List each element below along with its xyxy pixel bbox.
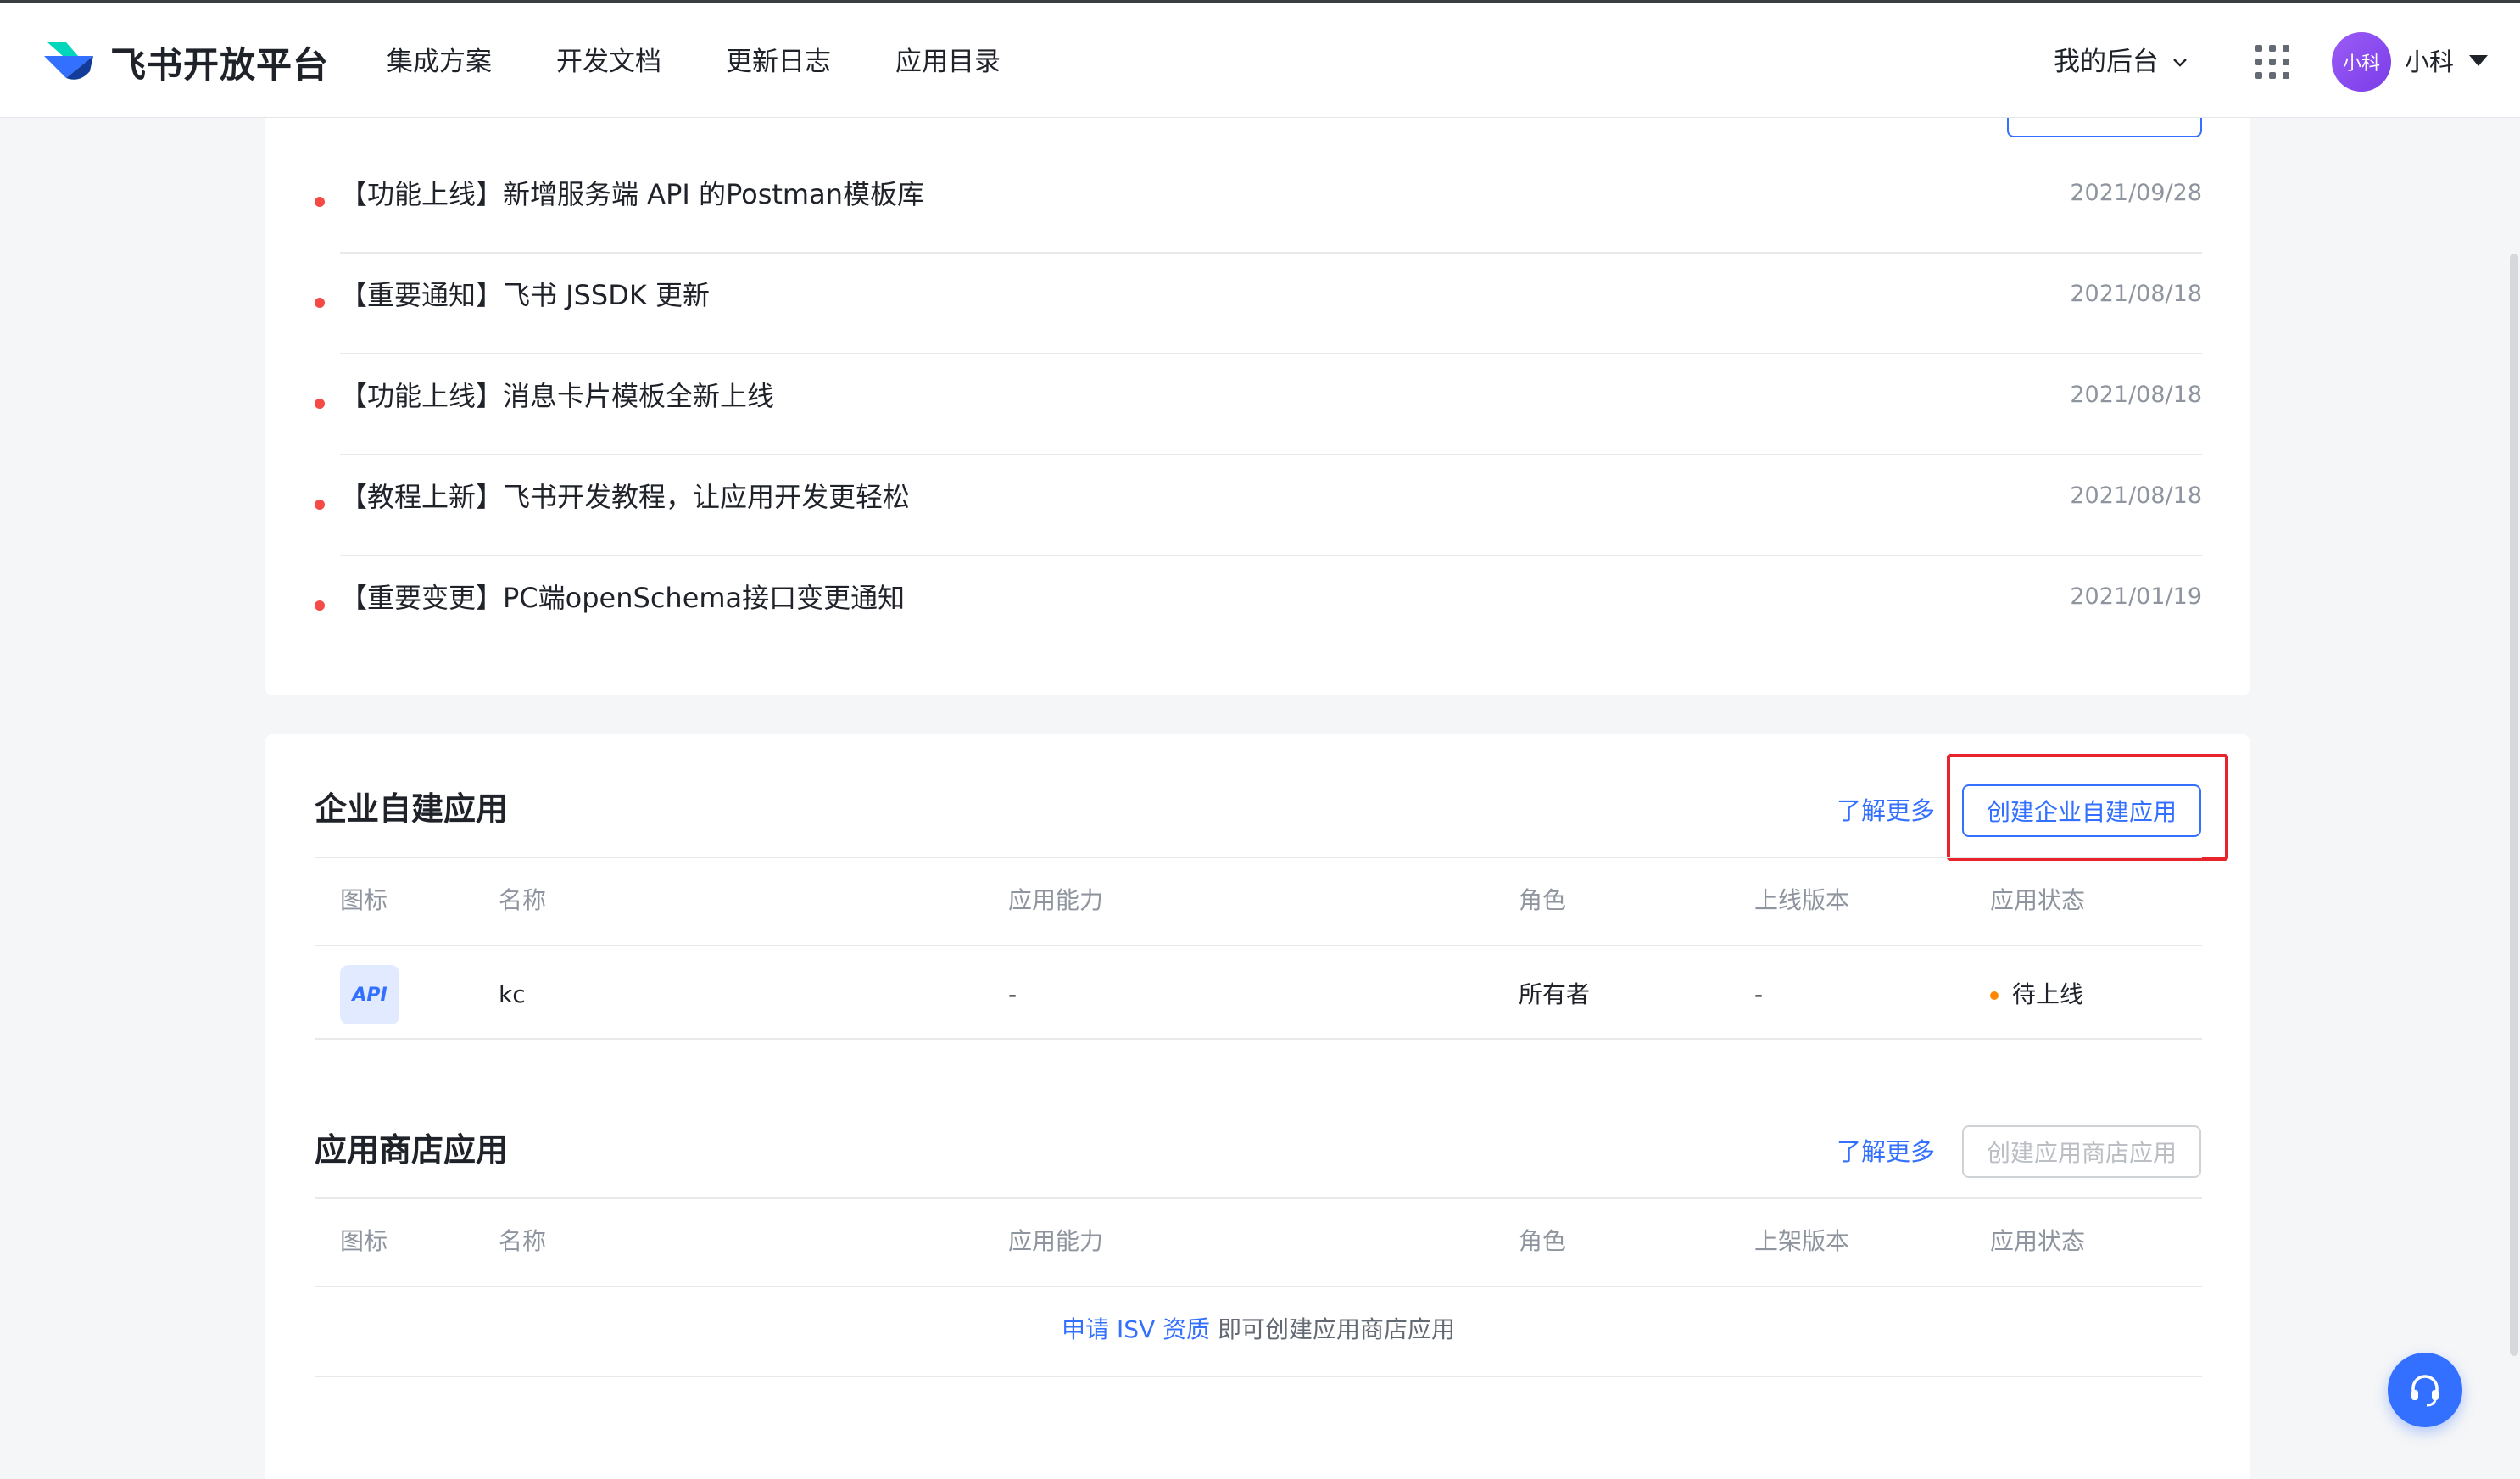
- announcement-item[interactable]: 【重要通知】飞书 JSSDK 更新 2021/08/18: [265, 254, 2250, 354]
- app-name[interactable]: kc: [499, 978, 526, 1012]
- announcement-title[interactable]: 【功能上线】消息卡片模板全新上线: [340, 377, 774, 416]
- announcement-item[interactable]: 【教程上新】飞书开发教程，让应用开发更轻松 2021/08/18: [265, 455, 2250, 556]
- status-dot: [1990, 991, 1999, 1000]
- my-console-label: 我的后台: [2054, 47, 2159, 77]
- api-icon-label: API: [352, 984, 387, 1006]
- custom-apps-learn-more-link[interactable]: 了解更多: [1837, 792, 1935, 829]
- api-app-icon: API: [340, 965, 399, 1024]
- bullet-dot: [315, 500, 325, 510]
- announcement-item[interactable]: 【功能上线】消息卡片模板全新上线 2021/08/18: [265, 354, 2250, 455]
- app-capability: -: [1008, 980, 1017, 1008]
- caret-down-icon[interactable]: [2469, 55, 2488, 66]
- table-header-border: [315, 1286, 2202, 1287]
- announcement-title[interactable]: 【重要通知】飞书 JSSDK 更新: [340, 276, 710, 315]
- store-apps-learn-more-link[interactable]: 了解更多: [1837, 1133, 1935, 1170]
- chevron-down-icon: [2173, 59, 2187, 67]
- announcement-title[interactable]: 【教程上新】飞书开发教程，让应用开发更轻松: [340, 477, 910, 516]
- nav-integration-solutions[interactable]: 集成方案: [387, 42, 492, 82]
- announcement-item[interactable]: 【功能上线】新增服务端 API 的Postman模板库 2021/09/28: [265, 153, 2250, 254]
- column-header-name: 名称: [499, 886, 547, 914]
- announcement-date: 2021/08/18: [2070, 281, 2202, 307]
- apply-isv-link[interactable]: 申请 ISV 资质: [1062, 1315, 1210, 1343]
- store-apps-title: 应用商店应用: [315, 1131, 509, 1169]
- announcement-date: 2021/08/18: [2070, 483, 2202, 509]
- nav-app-directory[interactable]: 应用目录: [895, 42, 1001, 82]
- empty-state-message: 申请 ISV 资质 即可创建应用商店应用: [315, 1313, 2202, 1347]
- table-row-border: [315, 1376, 2202, 1377]
- nav-dev-docs[interactable]: 开发文档: [556, 42, 661, 82]
- table-row-border: [315, 1038, 2202, 1040]
- column-header-capability: 应用能力: [1008, 1227, 1104, 1255]
- announcement-date: 2021/08/18: [2070, 382, 2202, 408]
- empty-state-text: 即可创建应用商店应用: [1210, 1315, 1455, 1343]
- announcement-date: 2021/09/28: [2070, 180, 2202, 206]
- app-status: 待上线: [2012, 980, 2084, 1008]
- top-navigation-bar: 飞书开放平台 集成方案 开发文档 更新日志 应用目录 我的后台 小科 小科: [0, 0, 2520, 118]
- apps-card: 企业自建应用 了解更多 创建企业自建应用 图标 名称 应用能力 角色 上线版本 …: [265, 734, 2250, 1479]
- create-store-app-button[interactable]: 创建应用商店应用: [1962, 1125, 2201, 1178]
- app-launcher-grid-icon[interactable]: [2255, 45, 2289, 79]
- brand-name: 飞书开放平台: [110, 43, 330, 86]
- column-header-role: 角色: [1519, 1227, 1567, 1255]
- column-header-icon: 图标: [340, 1227, 388, 1255]
- column-header-status: 应用状态: [1990, 886, 2086, 914]
- main-nav: 集成方案 开发文档 更新日志 应用目录: [387, 42, 1065, 82]
- column-header-version: 上架版本: [1754, 1227, 1850, 1255]
- avatar[interactable]: 小科: [2332, 32, 2391, 92]
- column-header-status: 应用状态: [1990, 1227, 2086, 1255]
- table-header-border: [315, 945, 2202, 946]
- announcement-title[interactable]: 【功能上线】新增服务端 API 的Postman模板库: [340, 175, 924, 214]
- column-header-capability: 应用能力: [1008, 886, 1104, 914]
- app-version: -: [1754, 980, 1764, 1008]
- announcement-item[interactable]: 【重要变更】PC端openSchema接口变更通知 2021/01/19: [265, 556, 2250, 657]
- scrollbar-thumb[interactable]: [2510, 254, 2518, 1356]
- highlight-annotation-box: [1947, 754, 2228, 861]
- column-header-role: 角色: [1519, 886, 1567, 914]
- my-console-dropdown[interactable]: 我的后台: [2054, 42, 2189, 82]
- announcement-title[interactable]: 【重要变更】PC端openSchema接口变更通知: [340, 578, 905, 617]
- column-header-version: 上线版本: [1754, 886, 1850, 914]
- page-scrollbar[interactable]: [2508, 118, 2520, 1479]
- nav-changelog[interactable]: 更新日志: [726, 42, 831, 82]
- feishu-logo-icon: [44, 42, 93, 80]
- custom-apps-title: 企业自建应用: [315, 790, 509, 828]
- app-role: 所有者: [1519, 980, 1591, 1008]
- bullet-dot: [315, 399, 325, 409]
- brand-logo[interactable]: 飞书开放平台: [41, 36, 329, 87]
- announcement-date: 2021/01/19: [2070, 583, 2202, 610]
- column-header-icon: 图标: [340, 886, 388, 914]
- column-header-name: 名称: [499, 1227, 547, 1255]
- bullet-dot: [315, 600, 325, 611]
- table-top-border: [315, 857, 2202, 858]
- customer-support-button[interactable]: [2388, 1353, 2462, 1427]
- bullet-dot: [315, 197, 325, 207]
- announcements-card: 【功能上线】新增服务端 API 的Postman模板库 2021/09/28 【…: [265, 85, 2250, 695]
- username[interactable]: 小科: [2405, 43, 2454, 81]
- bullet-dot: [315, 298, 325, 308]
- table-top-border: [315, 1197, 2202, 1199]
- headset-icon: [2411, 1375, 2439, 1407]
